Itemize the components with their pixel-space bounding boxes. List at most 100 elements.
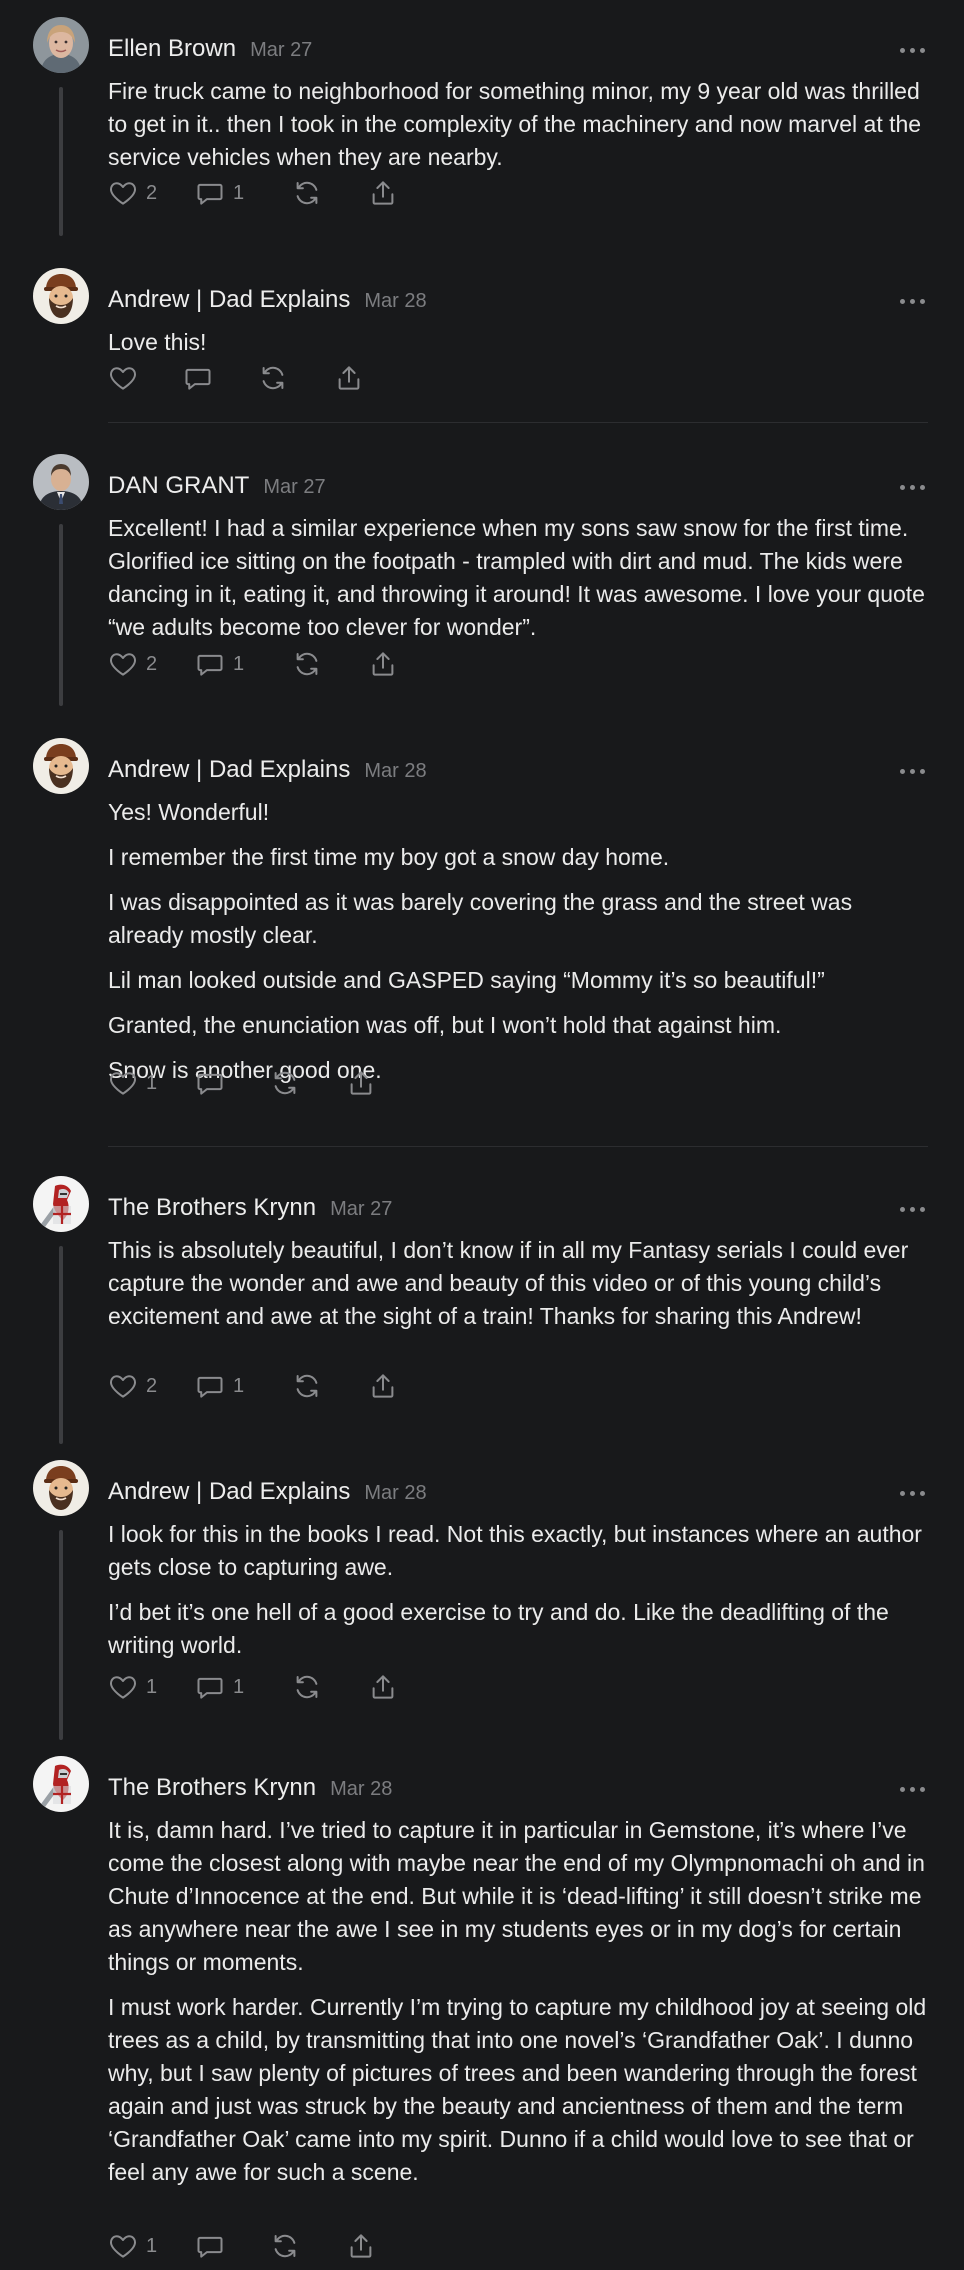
author-name[interactable]: DAN GRANT <box>108 472 249 499</box>
comment-body: This is absolutely beautiful, I don’t kn… <box>108 1234 930 1333</box>
comment-body: It is, damn hard. I’ve tried to capture … <box>108 1814 930 2189</box>
share-button[interactable] <box>346 2226 376 2266</box>
comment-paragraph: I remember the first time my boy got a s… <box>108 844 670 870</box>
speech-bubble-icon <box>197 1677 223 1699</box>
restack-arrows-icon <box>296 652 318 676</box>
reply-button[interactable] <box>183 358 213 398</box>
comment-date[interactable]: Mar 27 <box>330 1198 392 1220</box>
like-button[interactable]: 2 <box>108 1366 157 1406</box>
speech-bubble-icon <box>197 183 223 205</box>
restack-arrows-icon <box>262 366 284 390</box>
author-name[interactable]: The Brothers Krynn <box>108 1774 316 1801</box>
share-upload-icon <box>372 652 394 676</box>
restack-button[interactable] <box>292 173 322 213</box>
comment-header: The Brothers Krynn Mar 28 <box>108 1774 392 1806</box>
comment-header: Andrew | Dad Explains Mar 28 <box>108 1478 427 1510</box>
share-button[interactable] <box>368 1366 398 1406</box>
share-button[interactable] <box>368 644 398 684</box>
comment-paragraph: I must work harder. Currently I’m trying… <box>108 1994 927 2185</box>
reply-count: 1 <box>233 1675 245 1698</box>
more-options-icon[interactable] <box>900 484 926 492</box>
thread-line <box>59 87 63 236</box>
like-button[interactable]: 2 <box>108 173 157 213</box>
share-upload-icon <box>372 181 394 205</box>
comment-body: Fire truck came to neighborhood for some… <box>108 75 930 174</box>
like-button[interactable]: 1 <box>108 2226 157 2266</box>
comment-paragraph: Fire truck came to neighborhood for some… <box>108 78 922 170</box>
comment-header: The Brothers Krynn Mar 27 <box>108 1194 392 1226</box>
more-options-icon[interactable] <box>900 1206 926 1214</box>
heart-icon <box>110 367 136 390</box>
restack-button[interactable] <box>270 1063 300 1103</box>
reply-count: 1 <box>233 652 245 675</box>
like-button[interactable]: 1 <box>108 1063 157 1103</box>
comment-header: Andrew | Dad Explains Mar 28 <box>108 286 427 318</box>
like-button[interactable]: 1 <box>108 1667 157 1707</box>
more-options-icon[interactable] <box>900 47 926 55</box>
heart-icon <box>110 1375 136 1398</box>
author-name[interactable]: Andrew | Dad Explains <box>108 286 350 313</box>
heart-icon <box>110 1676 136 1699</box>
restack-button[interactable] <box>292 1366 322 1406</box>
speech-bubble-icon <box>197 1073 223 1095</box>
comment-header: Ellen Brown Mar 27 <box>108 35 312 67</box>
comment-header: Andrew | Dad Explains Mar 28 <box>108 756 427 788</box>
author-name[interactable]: Ellen Brown <box>108 35 236 62</box>
comment-date[interactable]: Mar 27 <box>250 39 312 61</box>
restack-arrows-icon <box>274 1071 296 1095</box>
heart-icon <box>110 653 136 676</box>
reply-button[interactable]: 1 <box>195 1667 244 1707</box>
avatar-bearded-man-illustration[interactable] <box>33 268 89 324</box>
like-count: 2 <box>146 652 158 675</box>
reply-button[interactable] <box>195 2226 225 2266</box>
more-options-icon[interactable] <box>900 1786 926 1794</box>
like-button[interactable]: 2 <box>108 644 157 684</box>
restack-button[interactable] <box>270 2226 300 2266</box>
comment-paragraph: Love this! <box>108 329 207 355</box>
author-name[interactable]: Andrew | Dad Explains <box>108 1478 350 1505</box>
share-button[interactable] <box>368 1667 398 1707</box>
author-name[interactable]: Andrew | Dad Explains <box>108 756 350 783</box>
comment-paragraph: It is, damn hard. I’ve tried to capture … <box>108 1817 925 1975</box>
avatar-knight-logo[interactable] <box>33 1756 89 1812</box>
avatar-man-in-suit-photo[interactable] <box>33 454 89 510</box>
restack-arrows-icon <box>274 2234 296 2258</box>
comment-date[interactable]: Mar 28 <box>364 760 426 782</box>
restack-button[interactable] <box>292 644 322 684</box>
reply-button[interactable]: 1 <box>195 173 244 213</box>
heart-icon <box>110 2235 136 2258</box>
reply-count: 1 <box>233 181 245 204</box>
restack-button[interactable] <box>292 1667 322 1707</box>
speech-bubble-icon <box>197 654 223 676</box>
comment-date[interactable]: Mar 28 <box>364 290 426 312</box>
like-button[interactable] <box>108 358 138 398</box>
more-options-icon[interactable] <box>900 298 926 306</box>
share-button[interactable] <box>334 358 364 398</box>
comment-date[interactable]: Mar 28 <box>330 1778 392 1800</box>
comment-header: DAN GRANT Mar 27 <box>108 472 326 504</box>
reply-count: 1 <box>233 1374 245 1397</box>
comment-date[interactable]: Mar 28 <box>364 1482 426 1504</box>
avatar-knight-logo[interactable] <box>33 1176 89 1232</box>
reply-button[interactable] <box>195 1063 225 1103</box>
share-button[interactable] <box>346 1063 376 1103</box>
more-options-icon[interactable] <box>900 1490 926 1498</box>
like-count: 2 <box>146 1374 158 1397</box>
share-upload-icon <box>372 1374 394 1398</box>
author-name[interactable]: The Brothers Krynn <box>108 1194 316 1221</box>
avatar-bearded-man-illustration[interactable] <box>33 1460 89 1516</box>
thread-line <box>59 1530 63 1740</box>
comment-body: I look for this in the books I read. Not… <box>108 1518 930 1662</box>
comment-body: Excellent! I had a similar experience wh… <box>108 512 930 644</box>
more-options-icon[interactable] <box>900 768 926 776</box>
avatar-bearded-man-illustration[interactable] <box>33 738 89 794</box>
share-upload-icon <box>350 2234 372 2258</box>
restack-button[interactable] <box>258 358 288 398</box>
comment-date[interactable]: Mar 27 <box>263 476 325 498</box>
thread-line <box>59 524 63 706</box>
avatar-woman-photo[interactable] <box>33 17 89 73</box>
share-upload-icon <box>338 366 360 390</box>
reply-button[interactable]: 1 <box>195 1366 244 1406</box>
reply-button[interactable]: 1 <box>195 644 244 684</box>
share-button[interactable] <box>368 173 398 213</box>
